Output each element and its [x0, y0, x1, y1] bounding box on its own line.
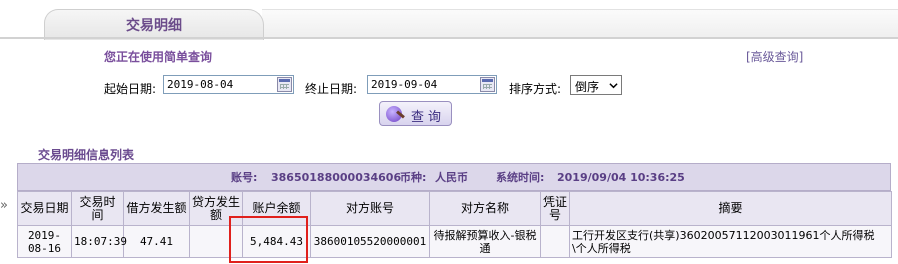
detail-grid: 账号: 38650188000034606 币种: 人民币 系统时间: 2019…: [17, 163, 892, 258]
query-mode-label: 您正在使用简单查询: [104, 50, 213, 64]
list-title: 交易明细信息列表: [38, 148, 135, 162]
cell-counter-name: 待报解预算收入-银税通: [429, 225, 541, 258]
sort-label: 排序方式:: [509, 82, 562, 96]
tab-bar: 交易明细: [0, 0, 898, 40]
account-label: 账号:: [231, 171, 258, 184]
table-header-row: 交易日期 交易时间 借方发生额 贷方发生额 账户余额 对方账号 对方名称 凭证号…: [17, 191, 892, 226]
start-date-field[interactable]: 2019-08-04: [163, 75, 294, 94]
cell-counter-account: 38600105520000001: [310, 225, 430, 258]
column-header[interactable]: 交易时间: [71, 191, 124, 226]
currency-label: 币种:: [400, 171, 427, 184]
balance-highlight-box: [229, 216, 308, 263]
calendar-icon[interactable]: [277, 77, 292, 92]
cell-date: 2019-08-16: [17, 225, 72, 258]
tab-title[interactable]: 交易明细: [44, 15, 264, 35]
end-date-field[interactable]: 2019-09-04: [367, 75, 497, 94]
start-date-label: 起始日期:: [104, 82, 157, 96]
chevron-down-icon: [609, 83, 618, 89]
sort-select[interactable]: 倒序: [570, 75, 622, 95]
advanced-query-link[interactable]: [高级查询]: [746, 48, 803, 65]
column-header[interactable]: 摘要: [569, 191, 892, 226]
sort-select-value: 倒序: [575, 80, 600, 94]
column-header[interactable]: 交易日期: [17, 191, 72, 226]
query-button-label: 查询: [411, 110, 446, 125]
calendar-icon[interactable]: [480, 77, 495, 92]
collapse-arrows-icon[interactable]: »: [0, 198, 8, 213]
account-info-bar: 账号: 38650188000034606 币种: 人民币 系统时间: 2019…: [17, 163, 891, 191]
tab-underline: [0, 37, 898, 39]
column-header[interactable]: 对方名称: [429, 191, 541, 226]
column-header[interactable]: 借方发生额: [123, 191, 190, 226]
detail-table: 交易日期 交易时间 借方发生额 贷方发生额 账户余额 对方账号 对方名称 凭证号…: [17, 191, 892, 258]
end-date-value: 2019-09-04: [371, 78, 438, 91]
cell-debit: 47.41: [123, 225, 190, 258]
column-header[interactable]: 凭证号: [540, 191, 570, 226]
system-time-label: 系统时间:: [496, 171, 545, 184]
cell-voucher: [540, 225, 570, 258]
cell-time: 18:07:39: [71, 225, 127, 258]
column-header[interactable]: 对方账号: [310, 191, 430, 226]
system-time-value: 2019/09/04 10:36:25: [557, 170, 685, 184]
tab-bar-background: [262, 9, 898, 38]
start-date-value: 2019-08-04: [167, 78, 234, 91]
query-button[interactable]: 查询: [379, 101, 452, 126]
cell-summary: 工行开发区支行(共享)36020057112003011961个人所得税\个人所…: [569, 225, 892, 258]
account-value: 38650188000034606: [271, 170, 402, 184]
currency-value: 人民币: [435, 171, 468, 184]
end-date-label: 终止日期:: [305, 82, 358, 96]
table-row[interactable]: 2019-08-16 18:07:39 47.41 5,484.43 38600…: [17, 225, 892, 258]
